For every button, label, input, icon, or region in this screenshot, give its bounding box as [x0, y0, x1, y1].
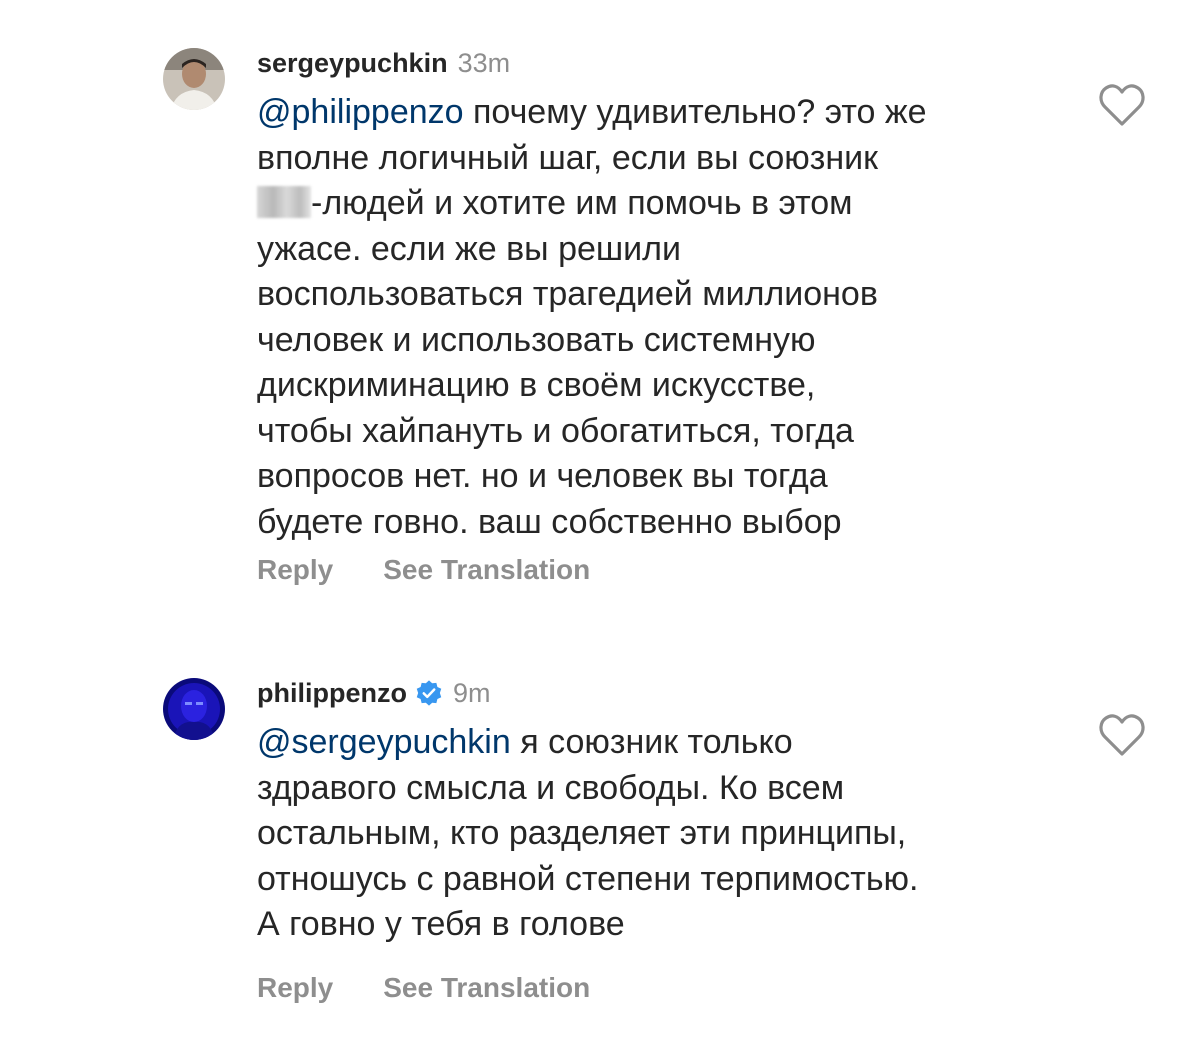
heart-icon [1099, 714, 1145, 756]
avatar[interactable] [163, 48, 225, 110]
comment-line: чтобы хайпануть и обогатиться, тогда [257, 411, 854, 450]
comment-header: sergeypuchkin 33m [257, 46, 510, 80]
comment-line: @sergeypuchkin я союзник только [257, 720, 1057, 766]
comment-line: дискриминацию в своём искусстве, [257, 366, 816, 404]
user-photo-avatar-icon [163, 678, 225, 740]
comment-line: @philippenzo почему удивительно? это же [257, 90, 1057, 136]
username[interactable]: sergeypuchkin [257, 48, 448, 79]
comment-text: @sergeypuchkin я союзник только здравого… [257, 720, 1057, 948]
comment-actions: Reply See Translation [257, 972, 590, 1004]
timestamp: 33m [457, 47, 511, 78]
verified-badge-icon [415, 679, 443, 707]
comment-line: вопросов нет. но и человек вы тогда [257, 457, 828, 495]
user-photo-avatar-icon [163, 48, 225, 110]
username[interactable]: philippenzo [257, 678, 407, 709]
mention-link[interactable]: @sergeypuchkin [257, 723, 511, 761]
comment-line-text: я союзник только [510, 723, 793, 761]
comment-line: ужасе. если же вы решили [257, 229, 681, 268]
reply-button[interactable]: Reply [257, 554, 333, 586]
like-button[interactable] [1097, 82, 1147, 128]
reply-button[interactable]: Reply [257, 972, 333, 1004]
comment-line: вполне логичный шаг, если вы союзник [257, 138, 878, 177]
like-button[interactable] [1097, 712, 1147, 758]
comment-line: -людей и хотите им помочь в этом [257, 181, 1057, 227]
comment-actions: Reply See Translation [257, 554, 590, 586]
comment-line: воспользоваться трагедией миллионов [257, 275, 878, 313]
comment-line-text: -людей и хотите им помочь в этом [311, 184, 853, 222]
comment-line: отношусь с равной степени терпимостью. [257, 859, 919, 898]
avatar[interactable] [163, 678, 225, 740]
see-translation-button[interactable]: See Translation [383, 554, 590, 586]
comment-line: человек и использовать системную [257, 320, 816, 359]
see-translation-button[interactable]: See Translation [383, 972, 590, 1004]
comment-line: здравого смысла и свободы. Ко всем [257, 768, 845, 807]
comment-line: А говно у тебя в голове [257, 905, 625, 943]
comment-header: philippenzo 9m [257, 676, 491, 710]
timestamp: 9m [452, 677, 491, 708]
comment-line-text: почему удивительно? это же [463, 93, 927, 131]
comment-text: @philippenzo почему удивительно? это же … [257, 90, 1057, 545]
heart-icon [1099, 84, 1145, 126]
mention-link[interactable]: @philippenzo [257, 93, 464, 131]
comment-line: будете говно. ваш собственно выбор [257, 502, 842, 541]
censored-word [257, 186, 311, 218]
comment-line: остальным, кто разделяет эти принципы, [257, 814, 907, 852]
